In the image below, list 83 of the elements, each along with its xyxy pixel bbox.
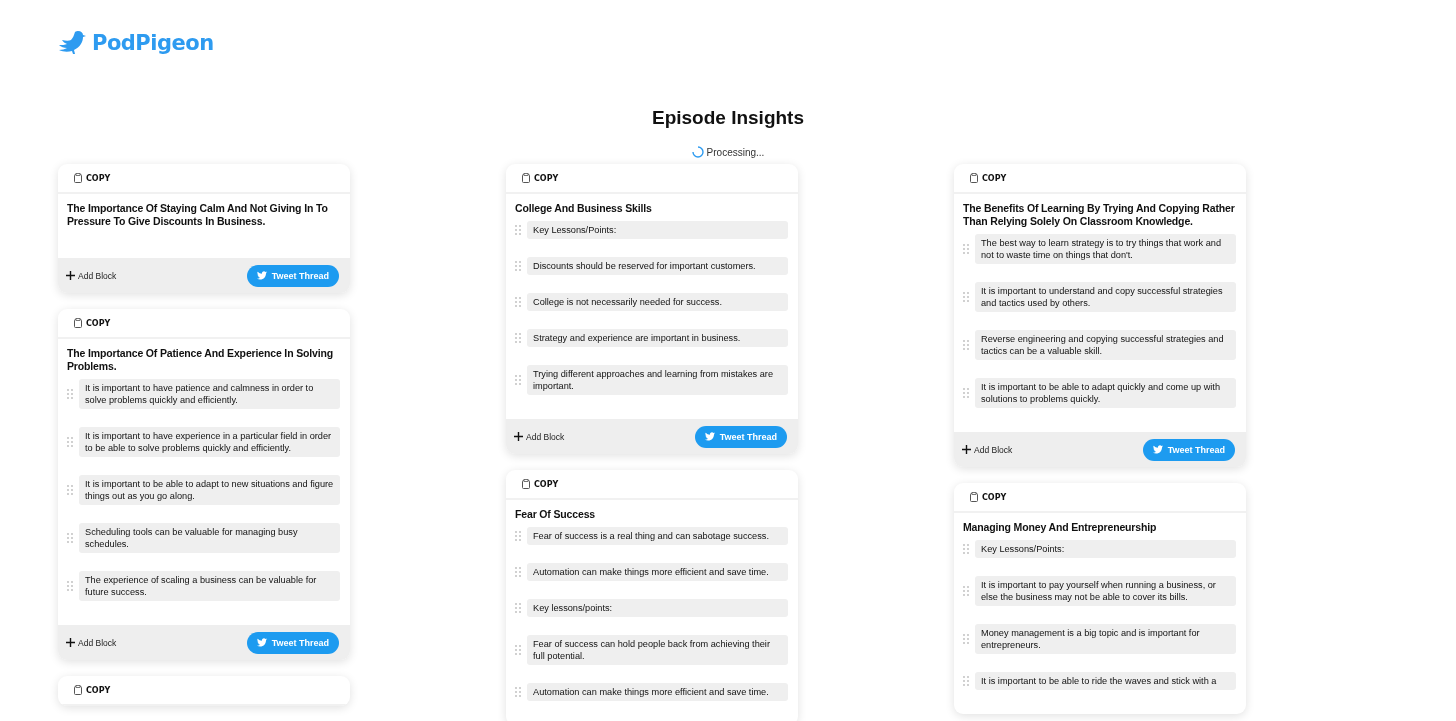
insight-block[interactable]: It is important to have patience and calmness in order to solve problems quickly and efficiently. [79,379,340,409]
insight-block[interactable]: Scheduling tools can be valuable for managing busy schedules. [79,523,340,553]
add-block-button[interactable]: Add Block [66,637,117,648]
bird-icon [704,432,715,441]
drag-handle-icon[interactable] [515,225,521,235]
drag-handle-icon[interactable] [515,567,521,577]
drag-handle-icon[interactable] [67,437,73,447]
clipboard-icon [970,492,978,502]
plus-icon [514,432,523,441]
copy-button[interactable]: COPY [74,685,111,695]
clipboard-icon [74,173,82,183]
drag-handle-icon[interactable] [67,485,73,495]
copy-button[interactable]: COPY [522,479,559,489]
card-title: The Importance Of Patience And Experience In Solving Problems. [67,347,335,373]
copy-button[interactable]: COPY [970,173,1007,183]
insight-block[interactable]: The experience of scaling a business can be valuable for future success. [79,571,340,601]
clipboard-icon [522,173,530,183]
clipboard-icon [74,685,82,695]
insight-block[interactable]: It is important to be able to adapt quickly and come up with solutions to problems quickly. [975,378,1236,408]
brand-name: PodPigeon [92,31,214,55]
drag-handle-icon[interactable] [515,531,521,541]
copy-button[interactable]: COPY [970,492,1007,502]
add-block-button[interactable]: Add Block [514,431,565,442]
insight-block[interactable]: Key Lessons/Points: [975,540,1236,558]
drag-handle-icon[interactable] [515,603,521,613]
insight-block[interactable]: Reverse engineering and copying successful strategies and tactics can be a valuable skill. [975,330,1236,360]
drag-handle-icon[interactable] [963,586,969,596]
insight-block[interactable]: Automation can make things more efficient and save time. [527,683,788,701]
drag-handle-icon[interactable] [67,581,73,591]
drag-handle-icon[interactable] [963,244,969,254]
card-title: The Benefits Of Learning By Trying And Copying Rather Than Relying Solely On Classroom Knowledge. [963,202,1236,228]
bird-icon [1152,445,1163,454]
add-block-button[interactable]: Add Block [962,444,1013,455]
drag-handle-icon[interactable] [515,375,521,385]
plus-icon [962,445,971,454]
clipboard-icon [522,479,530,489]
clipboard-icon [74,318,82,328]
drag-handle-icon[interactable] [515,297,521,307]
drag-handle-icon[interactable] [963,292,969,302]
insight-block[interactable]: Fear of success is a real thing and can sabotage success. [527,527,788,545]
card-title: College And Business Skills [515,202,653,215]
bird-icon [256,271,267,280]
spinner-icon [691,146,704,158]
insight-block[interactable]: It is important to have experience in a particular field in order to be able to solve problems quickly and efficiently. [79,427,340,457]
drag-handle-icon[interactable] [963,544,969,554]
pigeon-logo-icon [58,29,88,57]
bird-icon [256,638,267,647]
card-title: The Importance Of Staying Calm And Not Giving In To Pressure To Give Discounts In Business. [67,202,329,228]
drag-handle-icon[interactable] [515,687,521,697]
card-title: Fear Of Success [515,508,597,521]
drag-handle-icon[interactable] [963,340,969,350]
processing-text: Processing... [706,146,765,158]
plus-icon [66,271,75,280]
insight-block[interactable]: Trying different approaches and learning from mistakes are important. [527,365,788,395]
drag-handle-icon[interactable] [963,388,969,398]
insight-block[interactable]: Money management is a big topic and is important for entrepreneurs. [975,624,1236,654]
add-block-button[interactable]: Add Block [66,270,117,281]
insight-block[interactable]: College is not necessarily needed for success. [527,293,788,311]
insight-block[interactable]: Key Lessons/Points: [527,221,788,239]
insight-block[interactable]: It is important to be able to adapt to new situations and figure things out as you go along. [79,475,340,505]
copy-button[interactable]: COPY [522,173,559,183]
insight-block[interactable]: Fear of success can hold people back from achieving their full potential. [527,635,788,665]
copy-button[interactable]: COPY [74,173,111,183]
plus-icon [66,638,75,647]
drag-handle-icon[interactable] [67,389,73,399]
insight-block[interactable]: The best way to learn strategy is to try things that work and not to waste time on things that don't. [975,234,1236,264]
drag-handle-icon[interactable] [67,533,73,543]
insight-block[interactable]: Automation can make things more efficient and save time. [527,563,788,581]
copy-button[interactable]: COPY [74,318,111,328]
insight-block[interactable]: It is important to pay yourself when running a business, or else the business may not be able to cover its bills. [975,576,1236,606]
insight-block[interactable]: It is important to be able to ride the waves and stick with a [975,672,1236,690]
insight-block[interactable]: Discounts should be reserved for important customers. [527,257,788,275]
clipboard-icon [970,173,978,183]
card-title: Managing Money And Entrepreneurship [963,521,1158,534]
drag-handle-icon[interactable] [515,645,521,655]
page-title: Episode Insights [651,106,805,130]
drag-handle-icon[interactable] [963,676,969,686]
drag-handle-icon[interactable] [515,333,521,343]
insight-block[interactable]: Strategy and experience are important in business. [527,329,788,347]
drag-handle-icon[interactable] [963,634,969,644]
insight-block[interactable]: Key lessons/points: [527,599,788,617]
drag-handle-icon[interactable] [515,261,521,271]
insight-block[interactable]: It is important to understand and copy successful strategies and tactics used by others. [975,282,1236,312]
